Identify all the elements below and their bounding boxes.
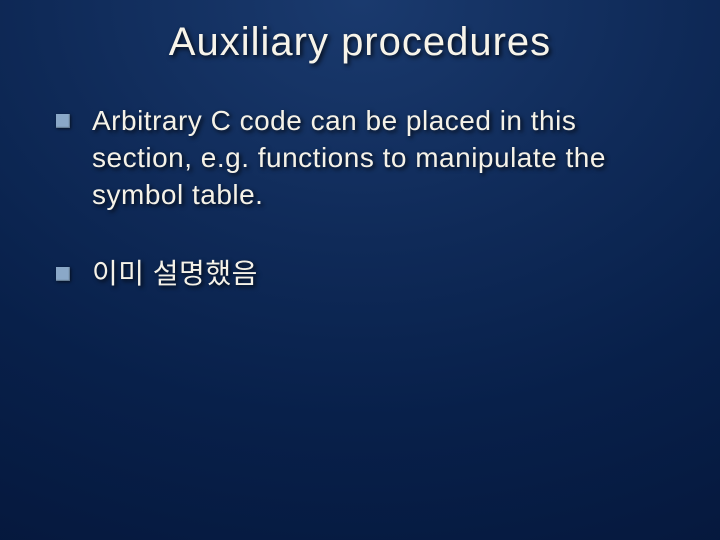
list-item: Arbitrary C code can be placed in this s…	[56, 103, 670, 214]
slide: Auxiliary procedures Arbitrary C code ca…	[0, 0, 720, 540]
list-item: 이미 설명했음	[56, 256, 670, 293]
bullet-text: Arbitrary C code can be placed in this s…	[92, 103, 670, 214]
bullet-list: Arbitrary C code can be placed in this s…	[56, 103, 670, 293]
square-bullet-icon	[56, 267, 70, 281]
slide-title: Auxiliary procedures	[50, 20, 670, 65]
bullet-text: 이미 설명했음	[92, 256, 670, 293]
square-bullet-icon	[56, 114, 70, 128]
